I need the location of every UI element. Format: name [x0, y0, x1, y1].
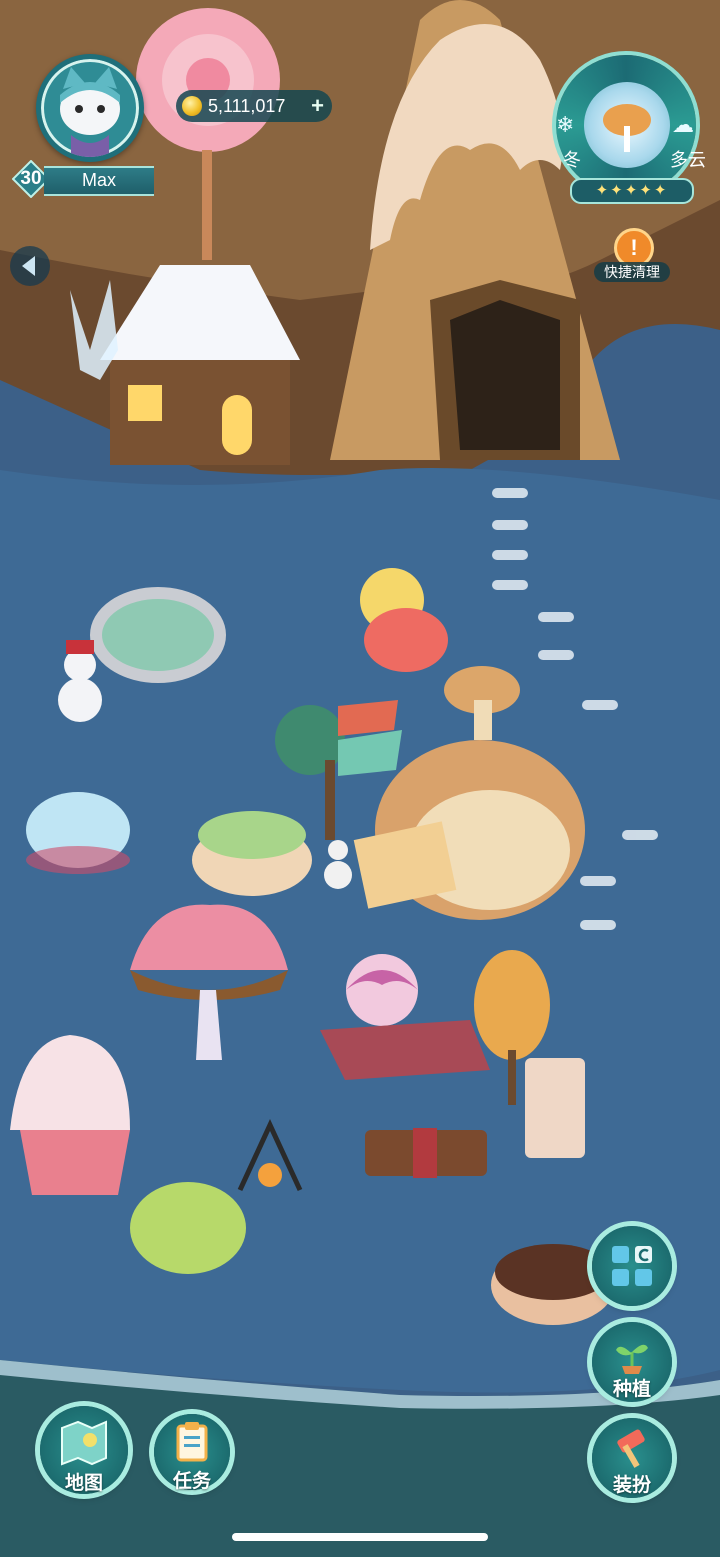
coin-counter: 5,111,017 + [176, 90, 332, 122]
build-grid-icon [612, 1246, 652, 1286]
player-name: Max [44, 166, 154, 196]
plant-button[interactable]: 种植 [592, 1322, 672, 1402]
task-button[interactable]: 任务 [154, 1414, 230, 1492]
quick-clean-button[interactable]: 快捷清理 [594, 262, 670, 282]
map-label: 地图 [64, 1473, 103, 1494]
season-label: 冬 [563, 150, 581, 170]
build-button[interactable] [592, 1226, 672, 1306]
dress-up-label: 装扮 [612, 1475, 651, 1496]
coin-value: 5,111,017 [208, 96, 286, 116]
player-avatar[interactable] [36, 54, 144, 162]
weather-stars: ✦✦✦✦✦ [570, 178, 694, 204]
cloud-icon: ☁ [672, 112, 694, 137]
map-button[interactable]: 地图 [40, 1406, 128, 1494]
add-coins-button[interactable]: + [311, 90, 324, 122]
snowflake-icon: ❄ [556, 112, 575, 137]
weather-tree-icon [584, 82, 670, 168]
home-indicator[interactable] [232, 1533, 488, 1541]
task-label: 任务 [172, 1471, 211, 1492]
plant-label: 种植 [612, 1379, 651, 1400]
back-arrow-icon [22, 256, 35, 276]
weather-condition-label: 多云 [670, 150, 706, 170]
collapse-button[interactable] [10, 246, 50, 286]
cat-avatar-icon [60, 67, 120, 157]
coin-icon [182, 96, 202, 116]
dress-up-button[interactable]: 装扮 [592, 1418, 672, 1498]
